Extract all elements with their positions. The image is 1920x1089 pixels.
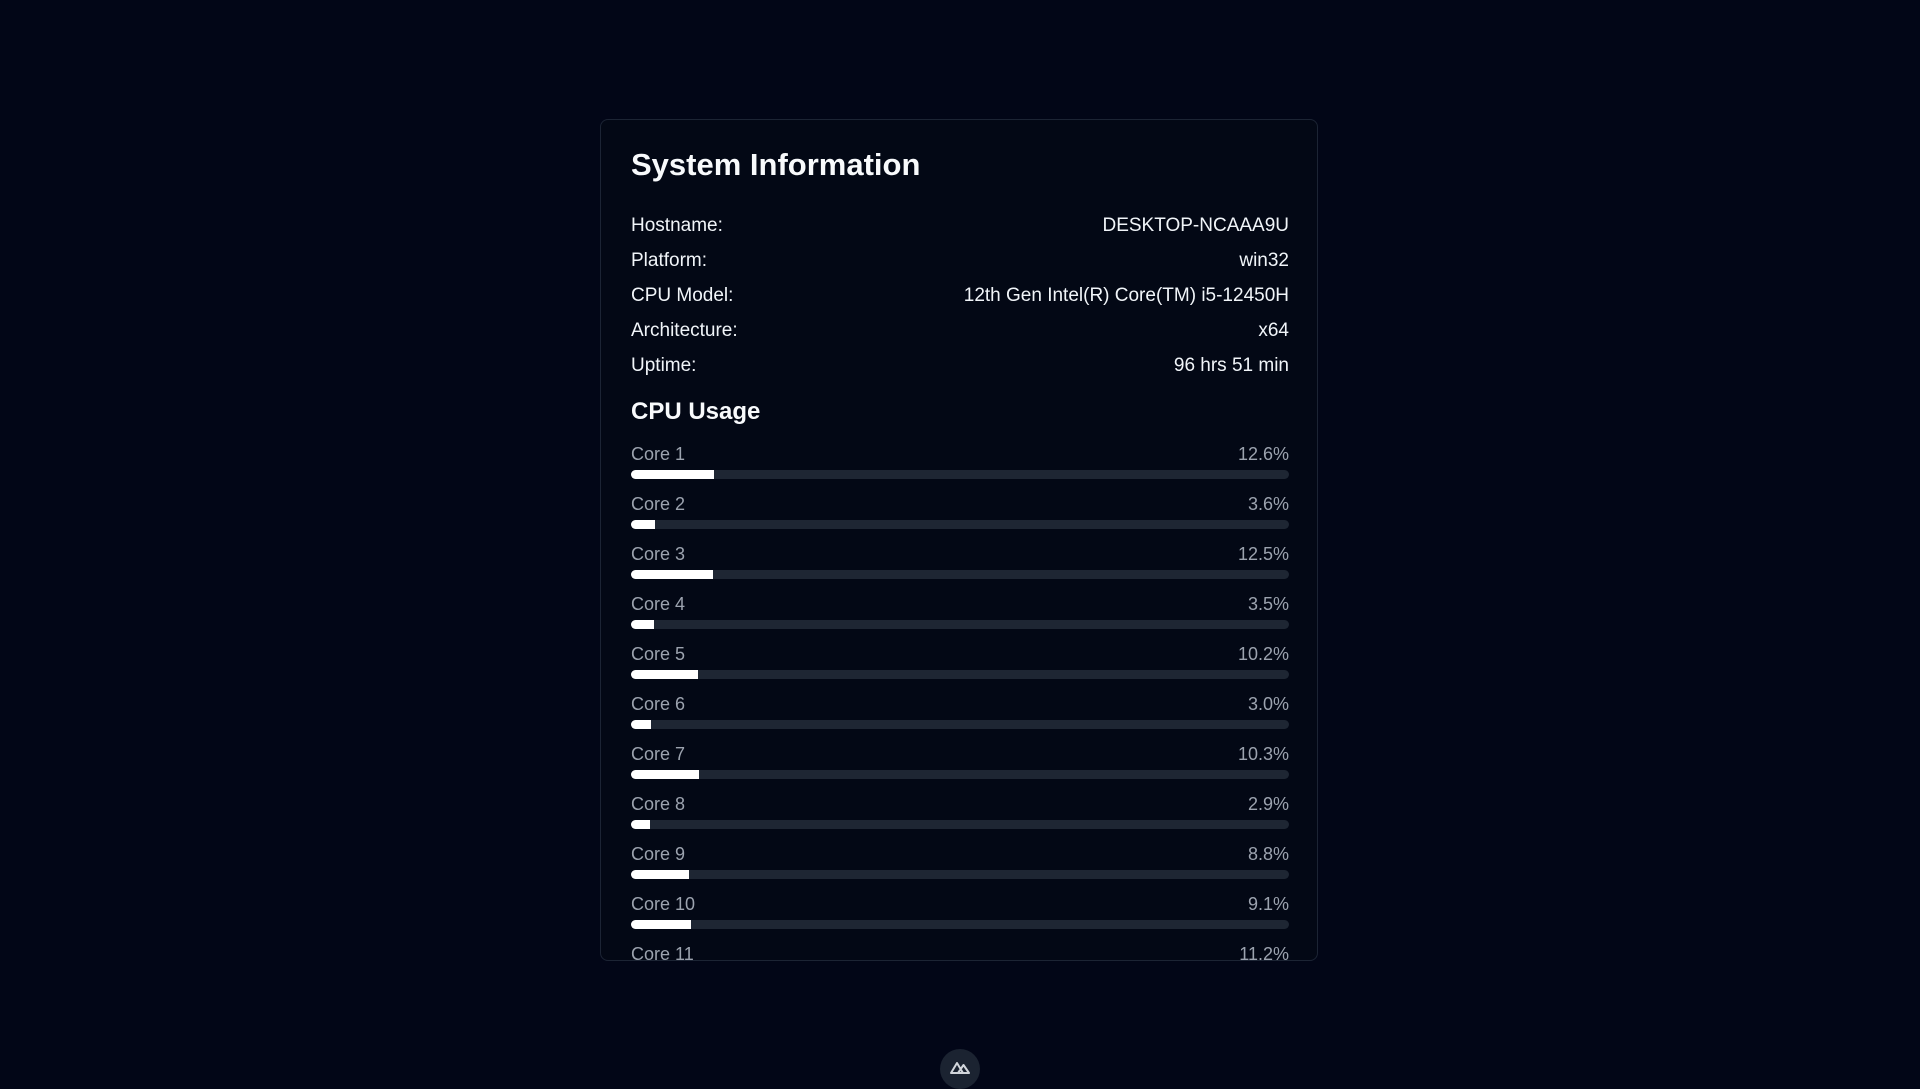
cpu-core-progress-track [631,870,1289,879]
cpu-core-header: Core 11 11.2% [631,942,1289,961]
cpu-core-item: Core 4 3.5% [631,592,1289,642]
cpu-core-item: Core 9 8.8% [631,842,1289,892]
info-value: 12th Gen Intel(R) Core(TM) i5-12450H [963,284,1289,306]
cpu-usage-heading: CPU Usage [631,398,761,425]
nuxt-devtools-button[interactable] [940,1049,980,1089]
info-label: Architecture: [631,319,738,341]
cpu-core-header: Core 2 3.6% [631,492,1289,516]
info-value: DESKTOP-NCAAA9U [1102,214,1289,236]
cpu-core-percent: 12.5% [1237,543,1289,564]
info-row-platform: Platform: win32 [631,243,1289,278]
info-row-cpu-model: CPU Model: 12th Gen Intel(R) Core(TM) i5… [631,278,1289,313]
cpu-core-item: Core 3 12.5% [631,542,1289,592]
info-row-architecture: Architecture: x64 [631,313,1289,348]
info-value: win32 [1239,249,1289,271]
cpu-core-item: Core 5 10.2% [631,642,1289,692]
info-label: Hostname: [631,214,723,236]
cpu-core-percent: 12.6% [1237,443,1289,464]
cpu-core-progress-fill [631,820,651,829]
cpu-core-label: Core 10 [631,893,696,914]
cpu-core-progress-fill [631,720,651,729]
cpu-core-item: Core 6 3.0% [631,692,1289,742]
cpu-core-progress-track [631,470,1289,479]
info-row-hostname: Hostname: DESKTOP-NCAAA9U [631,208,1289,243]
cpu-core-percent: 3.0% [1247,693,1289,714]
cpu-core-progress-track [631,920,1289,929]
cpu-core-label: Core 1 [631,443,686,464]
system-info-list: Hostname: DESKTOP-NCAAA9U Platform: win3… [631,208,1289,383]
cpu-core-label: Core 3 [631,543,686,564]
page-title: System Information [631,147,921,182]
cpu-core-progress-track [631,720,1289,729]
cpu-core-label: Core 5 [631,643,686,664]
nuxt-logo-icon [950,1062,970,1074]
info-label: Uptime: [631,354,697,376]
cpu-core-percent: 2.9% [1247,793,1289,814]
cpu-core-percent: 3.6% [1247,493,1289,514]
cpu-core-label: Core 6 [631,693,686,714]
cpu-core-percent: 10.3% [1237,743,1289,764]
cpu-core-progress-track [631,820,1289,829]
cpu-core-label: Core 7 [631,743,686,764]
info-value: x64 [1258,319,1289,341]
info-label: CPU Model: [631,284,734,306]
cpu-core-progress-track [631,520,1289,529]
cpu-core-header: Core 1 12.6% [631,442,1289,466]
info-label: Platform: [631,249,708,271]
cpu-core-item: Core 1 12.6% [631,442,1289,492]
cpu-core-label: Core 9 [631,843,686,864]
cpu-core-header: Core 9 8.8% [631,842,1289,866]
cpu-core-progress-fill [631,520,655,529]
cpu-core-label: Core 4 [631,593,686,614]
cpu-core-percent: 10.2% [1237,643,1289,664]
cpu-core-progress-fill [631,470,714,479]
cpu-core-progress-track [631,770,1289,779]
cpu-core-percent: 11.2% [1239,943,1289,961]
cpu-core-percent: 9.1% [1247,893,1289,914]
cpu-core-header: Core 6 3.0% [631,692,1289,716]
cpu-core-label: Core 2 [631,493,686,514]
cpu-core-progress-fill [631,870,689,879]
info-value: 96 hrs 51 min [1173,354,1289,376]
cpu-core-progress-track [631,670,1289,679]
cpu-core-progress-fill [631,570,714,579]
cpu-core-header: Core 5 10.2% [631,642,1289,666]
cpu-core-header: Core 3 12.5% [631,542,1289,566]
cpu-core-header: Core 8 2.9% [631,792,1289,816]
cpu-core-header: Core 7 10.3% [631,742,1289,766]
cpu-core-percent: 3.5% [1247,593,1289,614]
cpu-core-header: Core 10 9.1% [631,892,1289,916]
cpu-core-item: Core 7 10.3% [631,742,1289,792]
cpu-core-item: Core 11 11.2% [631,942,1289,961]
cpu-core-progress-track [631,620,1289,629]
cpu-core-list: Core 1 12.6% Core 2 3.6% Core 3 12.5% Co… [631,442,1289,961]
cpu-core-item: Core 8 2.9% [631,792,1289,842]
cpu-core-percent: 8.8% [1247,843,1289,864]
cpu-core-progress-track [631,570,1289,579]
cpu-core-header: Core 4 3.5% [631,592,1289,616]
cpu-core-progress-fill [631,620,655,629]
cpu-core-progress-fill [631,920,691,929]
cpu-core-progress-fill [631,670,699,679]
cpu-core-label: Core 11 [631,943,694,961]
system-info-card[interactable]: System Information Hostname: DESKTOP-NCA… [600,119,1318,961]
cpu-core-progress-fill [631,770,699,779]
cpu-core-item: Core 2 3.6% [631,492,1289,542]
cpu-core-item: Core 10 9.1% [631,892,1289,942]
cpu-core-label: Core 8 [631,793,686,814]
info-row-uptime: Uptime: 96 hrs 51 min [631,348,1289,383]
